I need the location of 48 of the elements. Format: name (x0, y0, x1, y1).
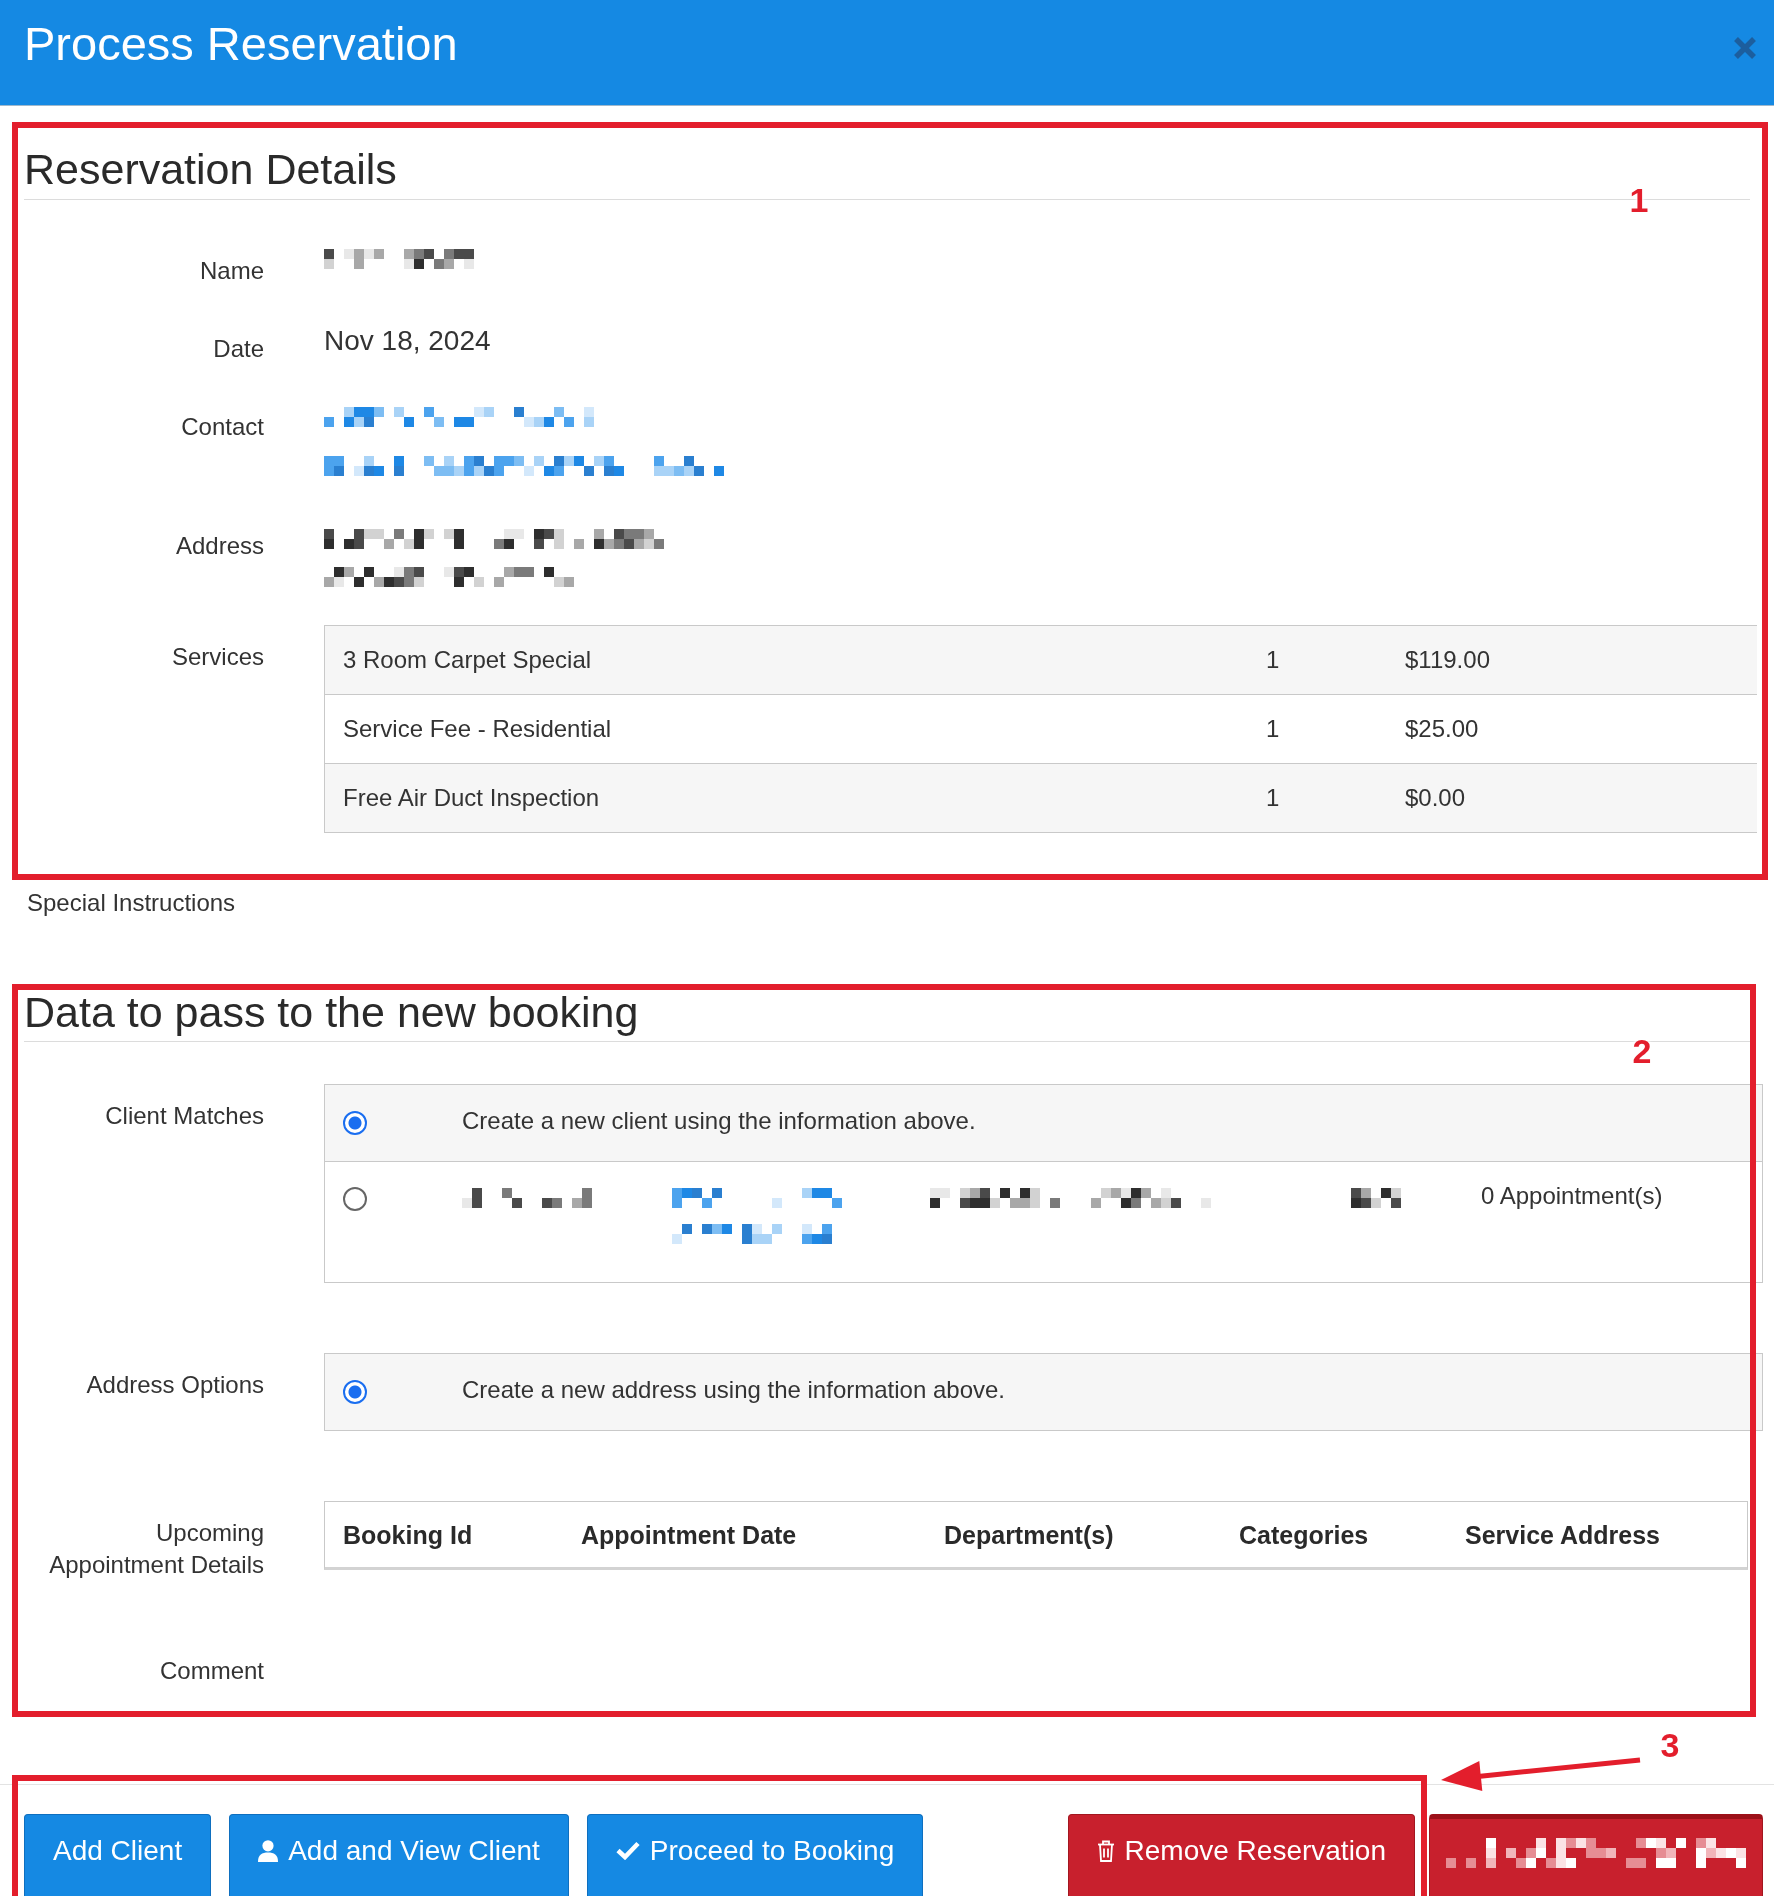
option-row[interactable]: Create a new address using the information above. (325, 1354, 1762, 1430)
field-label: Name (199, 256, 264, 286)
trash-icon (1096, 1839, 1115, 1862)
field-label: Client Matches (105, 1101, 264, 1131)
pixelated-button[interactable] (1429, 1814, 1763, 1896)
column-header: Booking Id (342, 1519, 474, 1551)
field-label: Special Instructions (27, 888, 236, 918)
column-header: Department(s) (943, 1519, 1115, 1551)
dialog-title: Process Reservation (24, 16, 458, 72)
option-row[interactable]: Create a new client using the information above. (325, 1085, 1762, 1161)
field-label: Date (213, 334, 264, 364)
field-label: Address Options (86, 1370, 264, 1400)
section-heading: Reservation Details (24, 144, 397, 195)
remove-reservation-button[interactable]: Remove Reservation (1067, 1814, 1415, 1896)
appointment-count: 0 Appointment(s) (1481, 1181, 1663, 1211)
field-label: Upcoming Appointment Details (48, 1518, 264, 1580)
column-header: Service Address (1464, 1519, 1662, 1551)
table-cell-text: $0.00 (1404, 783, 1467, 813)
table-cell-text: $25.00 (1404, 714, 1480, 744)
annotation-number: 3 (1660, 1726, 1680, 1764)
radio-button[interactable] (343, 1187, 367, 1211)
field-value: Nov 18, 2024 (324, 325, 491, 357)
table-cell-text: Free Air Duct Inspection (342, 783, 601, 813)
column-header: Appointment Date (580, 1519, 798, 1551)
pixelated-text-drawing (1351, 1188, 1401, 1208)
field-label: Address (175, 531, 264, 561)
option-label: Create a new address using the information above. (462, 1375, 1005, 1405)
user-icon (258, 1839, 279, 1862)
add-and-view-client-button[interactable]: Add and View Client (229, 1814, 569, 1896)
table-cell-text: Service Fee - Residential (342, 714, 613, 744)
check-icon (615, 1841, 640, 1860)
section-heading: Data to pass to the new booking (24, 987, 639, 1038)
annotation-number: 2 (1632, 1032, 1652, 1070)
table-cell-text: 1 (1265, 714, 1281, 744)
radio-button[interactable] (343, 1111, 367, 1135)
radio-button[interactable] (343, 1380, 367, 1404)
table-cell-text: 3 Room Carpet Special (342, 645, 593, 675)
field-label: Services (171, 642, 264, 672)
column-header: Categories (1238, 1519, 1370, 1551)
table-cell-text: $119.00 (1404, 645, 1491, 675)
table-cell-text: 1 (1265, 783, 1281, 813)
add-client-button[interactable]: Add Client (24, 1814, 212, 1896)
option-label: Create a new client using the information above. (462, 1106, 976, 1136)
annotation-number: 1 (1629, 181, 1649, 219)
table-cell-text: 1 (1265, 645, 1281, 675)
field-label: Comment (159, 1656, 264, 1686)
proceed-to-booking-button[interactable]: Proceed to Booking (586, 1814, 924, 1896)
field-label: Contact (181, 412, 264, 442)
